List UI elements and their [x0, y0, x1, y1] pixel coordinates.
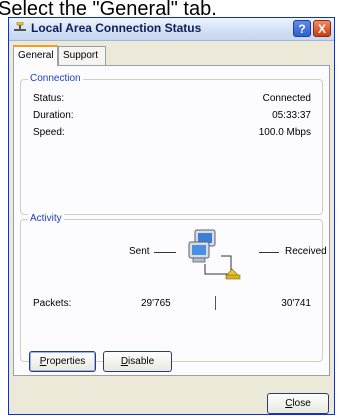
duration-label: Duration:: [33, 110, 74, 121]
disable-button[interactable]: Disable: [103, 351, 172, 372]
received-line: [259, 252, 279, 253]
packets-received-value: 30'741: [281, 298, 311, 309]
disable-button-mnemonic: D: [120, 356, 129, 367]
received-label: Received: [285, 246, 327, 257]
window-title: Local Area Connection Status: [31, 21, 202, 35]
sent-label: Sent: [129, 246, 150, 257]
duration-value: 05:33:37: [272, 110, 311, 121]
tab-support[interactable]: Support: [58, 46, 106, 65]
properties-button-label: roperties: [46, 356, 86, 367]
close-button[interactable]: Close: [267, 393, 329, 414]
help-button[interactable]: ?: [293, 20, 311, 37]
status-value: Connected: [262, 93, 311, 104]
activity-group-title: Activity: [28, 213, 64, 225]
network-connection-icon: [14, 22, 26, 31]
packets-label: Packets:: [33, 298, 72, 309]
status-dialog: Local Area Connection Status ? X Support…: [8, 17, 335, 415]
connection-group: Connection Status: Connected Duration: 0…: [20, 73, 323, 215]
general-tab-panel: Connection Status: Connected Duration: 0…: [13, 65, 330, 376]
network-computers-icon: [188, 229, 241, 280]
speed-value: 100.0 Mbps: [258, 127, 311, 138]
instruction-caption-text: Select the "General" tab.: [0, 0, 217, 20]
title-bar[interactable]: Local Area Connection Status ? X: [9, 18, 334, 41]
tab-general[interactable]: General: [13, 45, 58, 66]
activity-group: Activity Sent Received Packets: 29'765 3…: [20, 213, 327, 362]
speed-label: Speed:: [33, 127, 65, 138]
connection-group-title: Connection: [28, 73, 83, 85]
close-window-button[interactable]: X: [313, 20, 331, 37]
sent-line: [154, 252, 176, 253]
close-button-label: lose: [292, 398, 311, 409]
packets-sent-value: 29'765: [141, 298, 171, 309]
status-label: Status:: [33, 93, 65, 104]
packets-separator: [215, 296, 216, 310]
disable-button-label: isable: [128, 356, 155, 367]
properties-button[interactable]: Properties: [29, 351, 96, 372]
